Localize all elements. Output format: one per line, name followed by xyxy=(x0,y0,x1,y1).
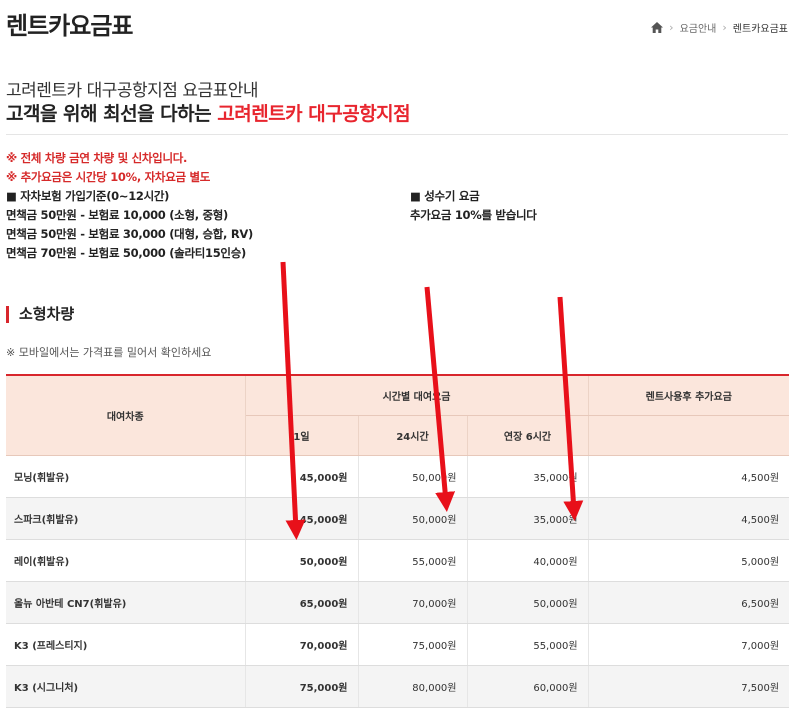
table-row: K3 (시그니처) 75,000원 80,000원 60,000원 7,500원 xyxy=(6,665,790,708)
price-ext6h: 55,000원 xyxy=(467,623,589,666)
table-row: 모닝(휘발유) 45,000원 50,000원 35,000원 4,500원 xyxy=(6,455,790,498)
price-24h: 50,000원 xyxy=(358,455,468,498)
vehicle-name: K3 (시그니처) xyxy=(6,665,246,708)
price-1day: 65,000원 xyxy=(245,581,359,624)
price-ext6h: 50,000원 xyxy=(467,581,589,624)
notice-nonsmoking: ※ 전체 차량 금연 차량 및 신차입니다. xyxy=(6,151,188,165)
chevron-right-icon: › xyxy=(722,21,727,34)
vehicle-name: 모닝(휘발유) xyxy=(6,455,246,498)
table-row: 스파크(휘발유) 45,000원 50,000원 35,000원 4,500원 xyxy=(6,497,790,540)
vehicle-name: K3 (프레스티지) xyxy=(6,623,246,666)
price-extra: 7,000원 xyxy=(588,623,790,666)
vehicle-name: 레이(휘발유) xyxy=(6,539,246,582)
price-24h: 70,000원 xyxy=(358,581,468,624)
price-24h: 75,000원 xyxy=(358,623,468,666)
col-header-24h: 24시간 xyxy=(358,415,468,456)
table-row: 올뉴 아반테 CN7(휘발유) 65,000원 70,000원 50,000원 … xyxy=(6,581,790,624)
insurance-line: 면책금 70만원 - 보험료 50,000 (솔라티15인승) xyxy=(6,246,246,260)
col-header-vehicle: 대여차종 xyxy=(6,374,246,456)
mobile-note: ※ 모바일에서는 가격표를 밀어서 확인하세요 xyxy=(6,346,212,359)
price-24h: 55,000원 xyxy=(358,539,468,582)
price-extra: 6,500원 xyxy=(588,581,790,624)
price-ext6h: 35,000원 xyxy=(467,455,589,498)
price-1day: 45,000원 xyxy=(245,497,359,540)
breadcrumb-current: 렌트카요금표 xyxy=(732,24,788,35)
col-header-hourly: 시간별 대여요금 xyxy=(245,374,589,416)
intro-subtitle: 고려렌트카 대구공항지점 요금표안내 xyxy=(6,81,259,101)
notice-extra-fee: ※ 추가요금은 시간당 10%, 자차요금 별도 xyxy=(6,170,211,184)
intro-headline-highlight: 고려렌트카 대구공항지점 xyxy=(217,103,411,125)
peak-text: 추가요금 10%를 받습니다 xyxy=(410,208,537,222)
insurance-heading: ■ 자차보험 가입기준(0~12시간) xyxy=(6,189,170,203)
vehicle-name: 스파크(휘발유) xyxy=(6,497,246,540)
price-1day: 50,000원 xyxy=(245,539,359,582)
price-1day: 75,000원 xyxy=(245,665,359,708)
intro-headline-prefix: 고객을 위해 최선을 다하는 xyxy=(6,103,218,125)
col-header-ext6h: 연장 6시간 xyxy=(467,415,589,456)
insurance-line: 면책금 50만원 - 보험료 30,000 (대형, 승합, RV) xyxy=(6,227,253,241)
table-row: K3 (프레스티지) 70,000원 75,000원 55,000원 7,000… xyxy=(6,623,790,666)
section-title: 소형차량 xyxy=(6,306,74,323)
price-ext6h: 40,000원 xyxy=(467,539,589,582)
intro-headline: 고객을 위해 최선을 다하는 고려렌트카 대구공항지점 xyxy=(6,99,411,126)
breadcrumb: › 요금안내 › 렌트카요금표 xyxy=(651,20,788,35)
chevron-right-icon: › xyxy=(669,21,674,34)
price-extra: 5,000원 xyxy=(588,539,790,582)
col-header-extra: 렌트사용후 추가요금 xyxy=(588,374,790,416)
price-24h: 50,000원 xyxy=(358,497,468,540)
price-1day: 70,000원 xyxy=(245,623,359,666)
price-ext6h: 60,000원 xyxy=(467,665,589,708)
table-row: 레이(휘발유) 50,000원 55,000원 40,000원 5,000원 xyxy=(6,539,790,582)
price-extra: 4,500원 xyxy=(588,497,790,540)
home-icon[interactable] xyxy=(651,22,664,33)
page-title: 렌트카요금표 xyxy=(6,12,133,40)
price-extra: 7,500원 xyxy=(588,665,790,708)
rate-table: 대여차종 시간별 대여요금 렌트사용후 추가요금 1일 24시간 연장 6시간 … xyxy=(6,374,790,708)
price-extra: 4,500원 xyxy=(588,455,790,498)
col-header-1day: 1일 xyxy=(245,415,359,456)
insurance-line: 면책금 50만원 - 보험료 10,000 (소형, 중형) xyxy=(6,208,229,222)
peak-heading: ■ 성수기 요금 xyxy=(410,189,480,203)
price-ext6h: 35,000원 xyxy=(467,497,589,540)
price-1day: 45,000원 xyxy=(245,455,359,498)
vehicle-name: 올뉴 아반테 CN7(휘발유) xyxy=(6,581,246,624)
divider xyxy=(6,134,788,135)
col-header-extra-blank xyxy=(588,415,790,456)
price-24h: 80,000원 xyxy=(358,665,468,708)
breadcrumb-item[interactable]: 요금안내 xyxy=(680,20,717,35)
